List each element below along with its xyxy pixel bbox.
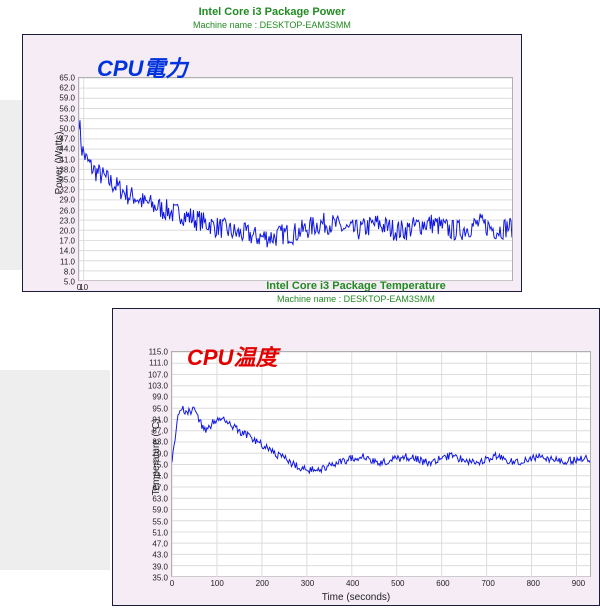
y-tick: 79.0 [152,449,168,458]
y-tick: 29.0 [59,196,75,205]
chart-temp-title: Intel Core i3 Package Temperature [112,280,600,292]
x-tick: 200 [256,579,269,588]
x-tick: 100 [210,579,223,588]
y-tick: 107.0 [148,370,168,379]
y-tick: 59.0 [59,94,75,103]
y-tick: 55.0 [152,517,168,526]
y-tick: 53.0 [59,114,75,123]
y-tick: 38.0 [59,165,75,174]
y-tick: 32.0 [59,186,75,195]
y-tick: 11.0 [60,257,75,266]
y-tick: 56.0 [59,104,75,113]
y-tick: 26.0 [59,206,75,215]
y-tick: 87.0 [152,427,168,436]
x-tick: 500 [391,579,404,588]
y-tick: 62.0 [59,84,75,93]
y-tick: 35.0 [59,176,75,185]
y-tick: 47.0 [59,135,75,144]
y-tick: 23.0 [59,216,75,225]
y-tick: 41.0 [59,155,75,164]
y-tick: 99.0 [152,393,168,402]
x-tick: 900 [572,579,585,588]
x-tick: 700 [481,579,494,588]
y-tick: 59.0 [152,506,168,515]
chart-power: Intel Core i3 Package Power Machine name… [22,6,522,292]
y-tick: 95.0 [152,404,168,413]
y-tick: 67.0 [152,483,168,492]
chart-temp-xlabel: Time (seconds) [113,592,599,603]
chart-power-title: Intel Core i3 Package Power [22,6,522,18]
chart-temp-subtitle: Machine name : DESKTOP-EAM3SMM [112,294,600,304]
bg-box-2 [0,370,110,570]
y-tick: 47.0 [152,540,168,549]
y-tick: 115.0 [149,348,168,357]
chart-temperature: Intel Core i3 Package Temperature Machin… [112,280,600,606]
y-tick: 63.0 [152,494,168,503]
chart-power-subtitle: Machine name : DESKTOP-EAM3SMM [22,20,522,30]
y-tick: 51.0 [152,528,168,537]
y-tick: 5.0 [64,278,75,287]
y-tick: 71.0 [152,472,168,481]
y-tick: 91.0 [152,415,168,424]
x-tick: 0 [170,579,174,588]
y-tick: 111.0 [149,359,168,368]
chart-power-plot [79,78,512,281]
y-tick: 83.0 [152,438,168,447]
chart-temp-plot [172,352,590,577]
y-tick: 44.0 [59,145,75,154]
y-tick: 103.0 [148,381,168,390]
x-tick: 600 [436,579,449,588]
x-tick: 400 [346,579,359,588]
y-tick: 75.0 [152,461,168,470]
x-tick: 300 [301,579,314,588]
y-tick: 50.0 [59,125,75,134]
y-tick: 17.0 [59,237,75,246]
y-tick: 35.0 [152,574,168,583]
y-tick: 8.0 [64,267,75,276]
y-tick: 65.0 [59,74,75,83]
y-tick: 14.0 [59,247,75,256]
y-tick: 20.0 [59,227,75,236]
x-tick: 800 [527,579,540,588]
y-tick: 39.0 [152,562,168,571]
y-tick: 43.0 [152,551,168,560]
x-tick: 10 [79,283,88,292]
